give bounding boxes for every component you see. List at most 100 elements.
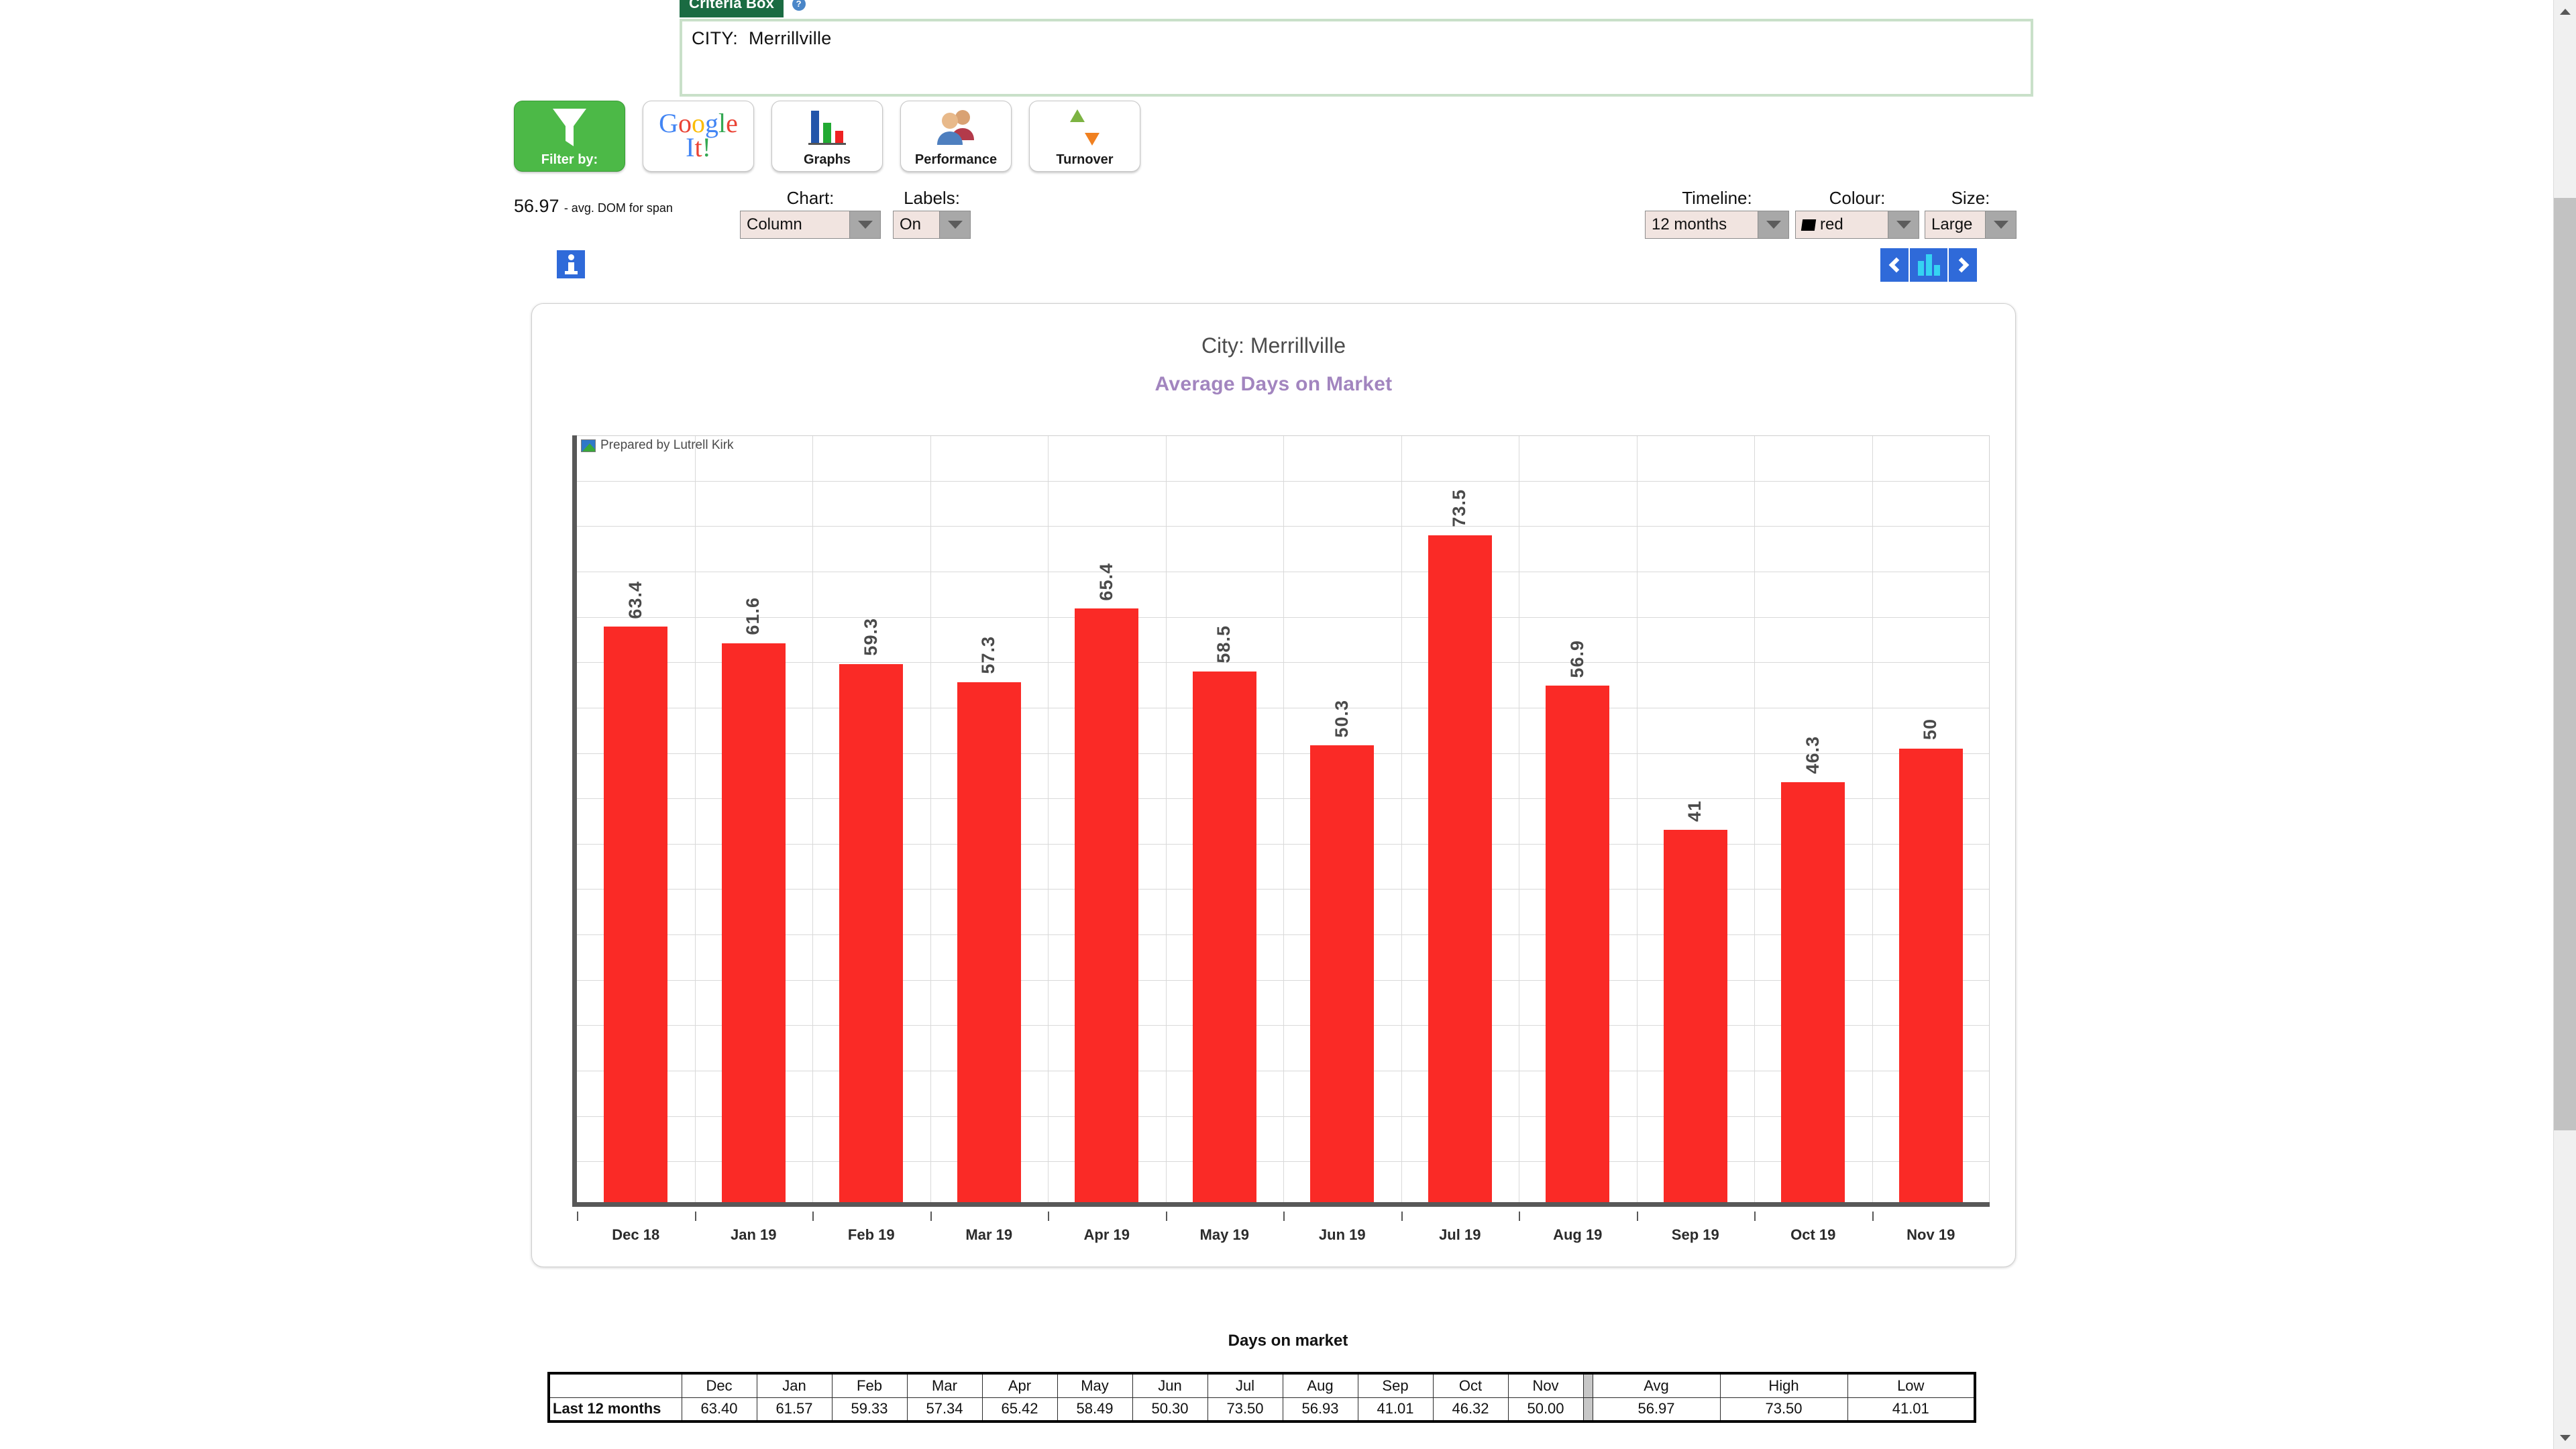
x-axis-tick: [1283, 1212, 1285, 1221]
timeline-select[interactable]: 12 months: [1645, 211, 1789, 239]
chevron-down-icon[interactable]: [939, 211, 970, 238]
triangle-down-icon: [2560, 1434, 2571, 1441]
table-stat-cell: 41.01: [1847, 1397, 1976, 1423]
bar[interactable]: [1192, 671, 1256, 1202]
bar-data-label: 65.4: [1095, 562, 1116, 601]
size-label: Size:: [1951, 188, 1990, 208]
help-icon[interactable]: [792, 0, 806, 11]
chevron-down-icon[interactable]: [1758, 211, 1788, 238]
table-column-header: Jun: [1132, 1372, 1208, 1398]
scroll-up-button[interactable]: [2554, 0, 2576, 23]
toolbar: Filter by: Google It! Graphs Performance: [514, 101, 1140, 172]
timeline-label: Timeline:: [1682, 188, 1752, 208]
x-axis-tick: [1401, 1212, 1403, 1221]
criteria-box-body: CITY: Merrillville: [680, 19, 2033, 97]
bar[interactable]: [604, 627, 668, 1202]
table-column-header: High: [1719, 1372, 1848, 1398]
bar-data-label: 59.3: [860, 618, 881, 656]
x-axis-label: Jul 19: [1439, 1226, 1481, 1243]
chart-type-value: Column: [747, 215, 802, 233]
turnover-button[interactable]: Turnover: [1029, 101, 1140, 172]
criteria-box-tab[interactable]: Criteria Box: [680, 0, 784, 17]
dom-summary-value: 56.97: [514, 196, 559, 216]
x-axis-tick: [1165, 1212, 1167, 1221]
scrollbar-thumb[interactable]: [2554, 198, 2576, 1130]
x-axis-tick: [694, 1212, 696, 1221]
info-icon-dot: [568, 254, 574, 260]
chevron-down-icon[interactable]: [1888, 211, 1919, 238]
graphs-label: Graphs: [803, 152, 851, 167]
colour-control: Colour: red: [1795, 188, 1919, 239]
bar[interactable]: [1663, 830, 1727, 1202]
performance-button[interactable]: Performance: [900, 101, 1012, 172]
table-cell: 57.34: [906, 1397, 983, 1423]
people-icon: [901, 107, 1011, 148]
table-column-header: Jan: [756, 1372, 833, 1398]
filter-by-button[interactable]: Filter by:: [514, 101, 625, 172]
bar[interactable]: [1310, 745, 1375, 1202]
bar[interactable]: [1546, 686, 1610, 1202]
prepared-by-text: Prepared by Lutrell Kirk: [600, 438, 734, 452]
x-axis-tick: [812, 1212, 814, 1221]
table-header-row: Dec Jan Feb Mar Apr May Jun Jul Aug Sep Oct Nov Avg H…: [547, 1372, 1976, 1398]
criteria-line: CITY: Merrillville: [692, 28, 2021, 49]
x-axis-label: May 19: [1199, 1226, 1249, 1243]
bar[interactable]: [1428, 535, 1492, 1202]
bar[interactable]: [721, 643, 786, 1202]
prev-chart-button[interactable]: [1880, 248, 1909, 282]
bar[interactable]: [839, 663, 904, 1202]
table-column-header: Aug: [1282, 1372, 1358, 1398]
days-on-market-table: Dec Jan Feb Mar Apr May Jun Jul Aug Sep Oct Nov Avg H…: [547, 1372, 1976, 1423]
up-down-arrows-icon: [1030, 107, 1140, 148]
table-column-header: Mar: [906, 1372, 983, 1398]
size-control: Size: Large: [1925, 188, 2017, 239]
plot-right-border: [1989, 435, 1990, 1202]
bar[interactable]: [1075, 608, 1139, 1202]
gridline-vertical: [1283, 435, 1284, 1202]
turnover-label: Turnover: [1056, 152, 1114, 167]
google-it-button[interactable]: Google It!: [643, 101, 754, 172]
colour-swatch: [1801, 219, 1817, 231]
x-axis: Dec 18 Jan 19 Feb 19 Mar 19 Apr 19 May 19 Jun …: [577, 1212, 1990, 1252]
chart-view-button[interactable]: [1909, 248, 1949, 282]
x-axis-label: Jan 19: [731, 1226, 777, 1243]
table-cell: 46.32: [1432, 1397, 1509, 1423]
bar-data-label: 63.4: [625, 580, 645, 619]
table-stat-cell: 73.50: [1719, 1397, 1848, 1423]
x-axis-label: Jun 19: [1318, 1226, 1366, 1243]
scroll-down-button[interactable]: [2554, 1426, 2576, 1449]
table-column-header: May: [1057, 1372, 1133, 1398]
vertical-scrollbar[interactable]: [2553, 0, 2576, 1449]
chevron-down-icon[interactable]: [1985, 211, 2016, 238]
bar-chart-icon-bar-3: [1933, 265, 1940, 276]
criteria-box: Criteria Box CITY: Merrillville: [680, 0, 2033, 97]
x-axis-tick: [1754, 1212, 1756, 1221]
chevron-down-icon[interactable]: [849, 211, 880, 238]
bar-data-label: 73.5: [1449, 489, 1470, 527]
size-select[interactable]: Large: [1925, 211, 2017, 239]
chart-type-select[interactable]: Column: [740, 211, 881, 239]
table-row: Last 12 months 63.40 61.57 59.33 57.34 65.42 5…: [547, 1397, 1976, 1423]
bar[interactable]: [957, 682, 1021, 1202]
next-chart-button[interactable]: [1949, 248, 1977, 282]
info-icon[interactable]: [557, 250, 585, 278]
bar-data-label: 50: [1920, 718, 1941, 741]
x-axis-tick: [1048, 1212, 1049, 1221]
gridline-vertical: [812, 435, 813, 1202]
bar-chart-icon-bar-1: [1917, 261, 1924, 276]
gridline-vertical: [1401, 435, 1402, 1202]
bar[interactable]: [1781, 782, 1845, 1202]
colour-label: Colour:: [1829, 188, 1886, 208]
table-corner-cell: [547, 1372, 682, 1398]
prepared-by: Prepared by Lutrell Kirk: [581, 438, 734, 453]
bar[interactable]: [1898, 748, 1963, 1202]
filter-by-label: Filter by:: [541, 152, 598, 167]
x-axis-tick: [1636, 1212, 1638, 1221]
gridlines: [577, 435, 1990, 1202]
x-axis-label: Sep 19: [1671, 1226, 1719, 1243]
graphs-button[interactable]: Graphs: [771, 101, 883, 172]
colour-select[interactable]: red: [1795, 211, 1919, 239]
criteria-field-value: Merrillville: [749, 28, 832, 48]
table-cell: 59.33: [831, 1397, 908, 1423]
labels-select[interactable]: On: [893, 211, 971, 239]
